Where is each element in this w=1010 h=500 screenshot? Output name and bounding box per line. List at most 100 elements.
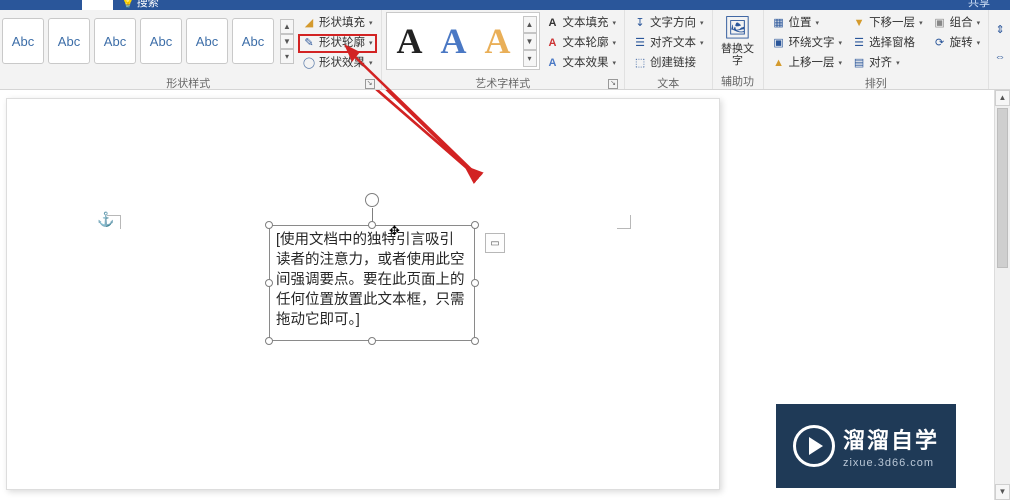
cmd-label: 上移一层 — [789, 54, 835, 73]
shape-outline-button[interactable]: ✎ 形状轮廓 ▾ — [298, 34, 377, 53]
group-label-wordart: 艺术字样式 ↘ — [386, 73, 621, 91]
page[interactable]: ⚓ [使用文档中的独特引言吸引读者的注意力，或者使用此空间强调要点。要在此页面上… — [6, 98, 720, 490]
text-direction-button[interactable]: ↧ 文字方向 ▾ — [629, 14, 708, 33]
group-label-text: 文本 — [629, 73, 708, 91]
shape-style-item[interactable]: Abc — [94, 18, 136, 64]
wordart-item[interactable]: A — [389, 16, 431, 66]
resize-handle[interactable] — [368, 337, 376, 345]
gallery-scroll[interactable]: ▲▼▾ — [280, 19, 294, 64]
text-outline-button[interactable]: A 文本轮廓 ▾ — [542, 34, 621, 53]
height-row: ⇕ ▲▼ — [993, 18, 1010, 40]
pen-outline-icon: ✎ — [302, 37, 316, 51]
cmd-label: 替换文字 — [717, 43, 759, 67]
watermark-logo: 溜溜自学 zixue.3d66.com — [776, 404, 956, 488]
forward-icon: ▲ — [772, 57, 786, 71]
vertical-scrollbar[interactable]: ▲ ▼ — [994, 90, 1010, 500]
resize-handle[interactable] — [368, 221, 376, 229]
wordart-item[interactable]: A — [433, 16, 475, 66]
cmd-label: 形状轮廓 — [319, 34, 365, 53]
shape-effects-button[interactable]: ◯ 形状效果 ▾ — [298, 54, 377, 73]
dialog-launcher[interactable]: ↘ — [608, 79, 618, 89]
position-button[interactable]: ▦ 位置 ▾ — [768, 14, 847, 33]
shape-style-item[interactable]: Abc — [48, 18, 90, 64]
shape-fill-button[interactable]: ◢ 形状填充 ▾ — [298, 14, 377, 33]
share-button[interactable]: 共享 — [968, 0, 1010, 10]
cmd-label: 文本填充 — [563, 14, 609, 33]
tab-strip: 💡 搜索 共享 — [0, 0, 1010, 10]
dialog-launcher[interactable]: ↘ — [365, 79, 375, 89]
textbox-content[interactable]: [使用文档中的独特引言吸引读者的注意力，或者使用此空间强调要点。要在此页面上的任… — [269, 225, 475, 341]
align-button[interactable]: ▤ 对齐 ▾ — [848, 54, 927, 73]
layout-options-icon: ▭ — [490, 238, 499, 249]
tell-me-search[interactable]: 💡 搜索 — [121, 0, 159, 10]
rotate-button[interactable]: ⟳ 旋转 ▾ — [929, 34, 985, 53]
align-text-button[interactable]: ☰ 对齐文本 ▾ — [629, 34, 708, 53]
position-icon: ▦ — [772, 17, 786, 31]
resize-handle[interactable] — [471, 279, 479, 287]
resize-handle[interactable] — [471, 221, 479, 229]
margin-mark-icon — [107, 215, 121, 229]
align-icon: ▤ — [852, 57, 866, 71]
shape-style-gallery[interactable]: Abc Abc Abc Abc Abc Abc ▲▼▾ — [0, 12, 296, 70]
resize-handle[interactable] — [265, 337, 273, 345]
resize-handle[interactable] — [471, 337, 479, 345]
move-cursor-icon: ✥ — [389, 223, 400, 239]
selection-pane-button[interactable]: ☰ 选择窗格 — [848, 34, 927, 53]
ribbon: Abc Abc Abc Abc Abc Abc ▲▼▾ ◢ 形状填充 ▾ ✎ 形… — [0, 10, 1010, 90]
cmd-label: 形状填充 — [319, 14, 365, 33]
group-label-shapestyle: 形状样式 ↘ — [0, 73, 377, 91]
shape-style-item[interactable]: Abc — [232, 18, 274, 64]
scroll-down-button[interactable]: ▼ — [995, 484, 1010, 500]
alt-text-button[interactable]: 🖼 替换文字 — [717, 12, 759, 70]
tab-format-active[interactable] — [82, 0, 113, 10]
group-label-size: 大小 ↘ — [993, 71, 1010, 89]
group-label-acc: 辅助功能 — [717, 71, 759, 89]
backward-icon: ▼ — [852, 17, 866, 31]
text-fill-button[interactable]: A 文本填充 ▾ — [542, 14, 621, 33]
width-row: ⇔ ▲▼ — [993, 46, 1010, 68]
scroll-thumb[interactable] — [997, 108, 1008, 268]
play-icon — [793, 425, 835, 467]
cmd-label: 创建链接 — [650, 54, 696, 73]
tab-item[interactable] — [20, 0, 51, 10]
create-link-button[interactable]: ⬚ 创建链接 — [629, 54, 708, 73]
resize-handle[interactable] — [265, 279, 273, 287]
text-effects-button[interactable]: A 文本效果 ▾ — [542, 54, 621, 73]
margin-mark-icon — [617, 215, 631, 229]
text-outline-icon: A — [546, 37, 560, 51]
width-icon: ⇔ — [993, 50, 1007, 64]
wrap-icon: ▣ — [772, 37, 786, 51]
shape-style-item[interactable]: Abc — [2, 18, 44, 64]
cmd-label: 对齐文本 — [650, 34, 696, 53]
cmd-label: 环绕文字 — [789, 34, 835, 53]
send-backward-button[interactable]: ▼ 下移一层 ▾ — [848, 14, 927, 33]
effects-icon: ◯ — [302, 57, 316, 71]
wordart-item[interactable]: A — [477, 16, 519, 66]
rotate-handle[interactable] — [365, 193, 379, 207]
group-button[interactable]: ▣ 组合 ▾ — [929, 14, 985, 33]
height-icon: ⇕ — [993, 22, 1007, 36]
cmd-label: 文本轮廓 — [563, 34, 609, 53]
rotate-icon: ⟳ — [933, 37, 947, 51]
layout-options-button[interactable]: ▭ — [485, 233, 505, 253]
shape-style-item[interactable]: Abc — [140, 18, 182, 64]
cmd-label: 旋转 — [950, 34, 973, 53]
search-icon: 💡 — [121, 0, 135, 9]
tab-item[interactable] — [51, 0, 82, 10]
wrap-text-button[interactable]: ▣ 环绕文字 ▾ — [768, 34, 847, 53]
shape-style-item[interactable]: Abc — [186, 18, 228, 64]
group-label-arrange: 排列 — [768, 73, 985, 91]
resize-handle[interactable] — [265, 221, 273, 229]
watermark-subtitle: zixue.3d66.com — [843, 457, 939, 469]
wordart-gallery[interactable]: A A A ▲▼▾ — [386, 12, 540, 70]
group-icon: ▣ — [933, 17, 947, 31]
textbox-selection[interactable]: [使用文档中的独特引言吸引读者的注意力，或者使用此空间强调要点。要在此页面上的任… — [269, 225, 475, 341]
scroll-up-button[interactable]: ▲ — [995, 90, 1010, 106]
cmd-label: 选择窗格 — [869, 34, 915, 53]
bring-forward-button[interactable]: ▲ 上移一层 ▾ — [768, 54, 847, 73]
gallery-scroll[interactable]: ▲▼▾ — [523, 16, 537, 67]
cmd-label: 组合 — [950, 14, 973, 33]
align-text-icon: ☰ — [633, 37, 647, 51]
cmd-label: 对齐 — [869, 54, 892, 73]
selection-pane-icon: ☰ — [852, 37, 866, 51]
